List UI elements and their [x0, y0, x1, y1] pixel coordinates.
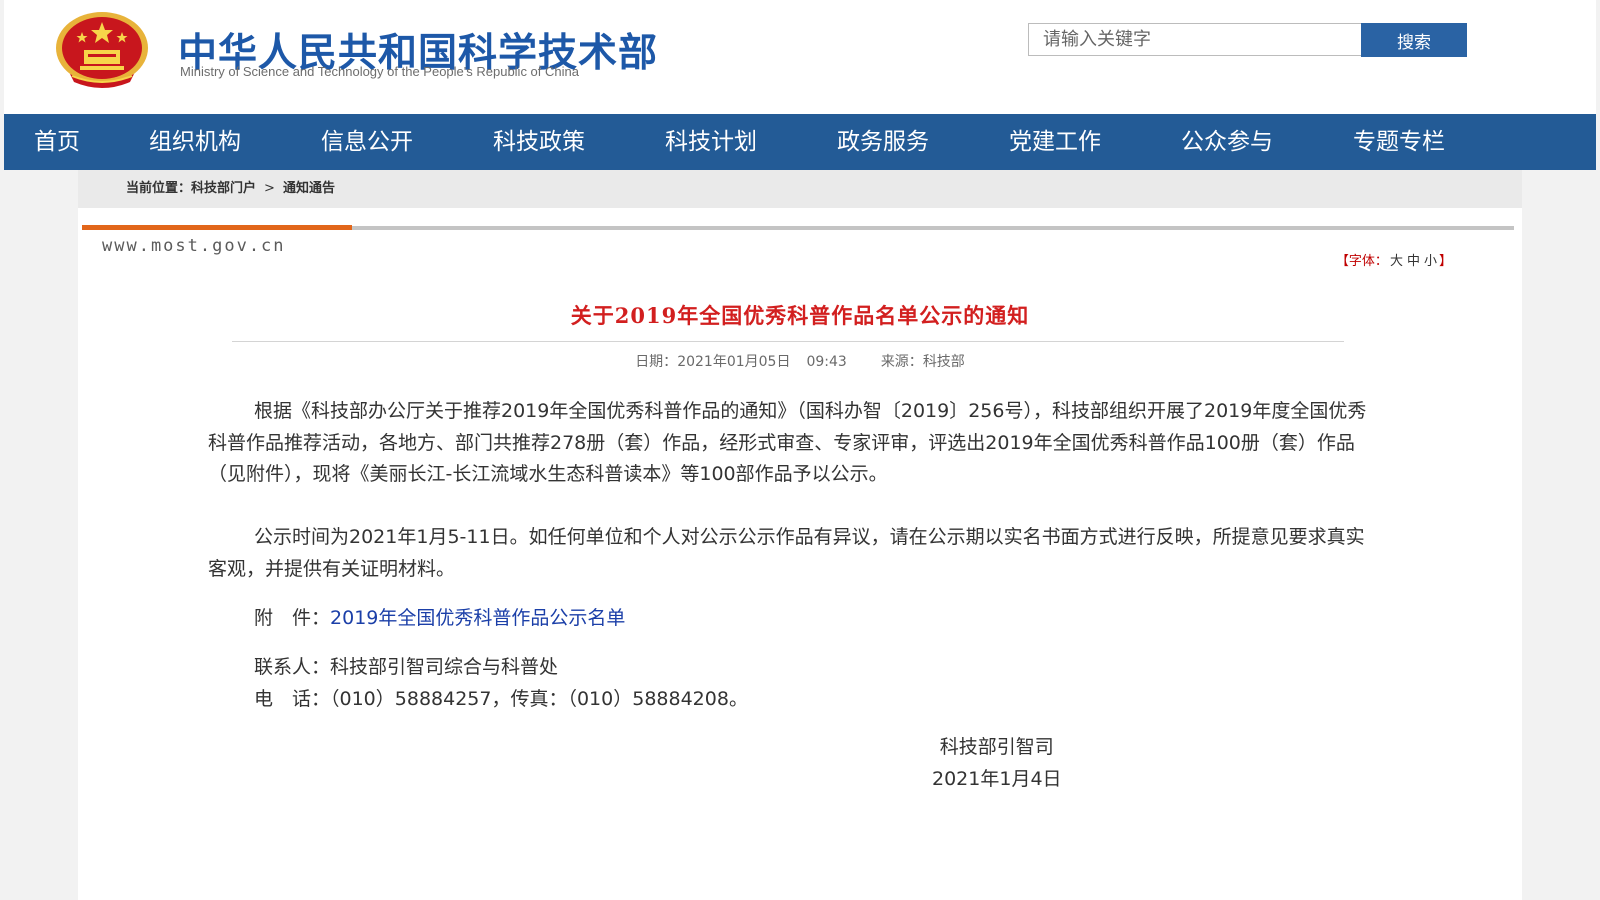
nav-item-home[interactable]: 首页 — [34, 114, 80, 170]
site-subtitle: Ministry of Science and Technology of th… — [180, 64, 579, 79]
attachment-row: 附 件：2019年全国优秀科普作品公示名单 — [254, 603, 625, 630]
article-title: 关于2019年全国优秀科普作品名单公示的通知 — [570, 303, 1030, 328]
nav-item-services[interactable]: 政务服务 — [837, 114, 929, 170]
contact-phone: 电 话：（010）58884257，传真：（010）58884208。 — [254, 687, 748, 710]
main-nav: 首页 组织机构 信息公开 科技政策 科技计划 政务服务 党建工作 公众参与 专题… — [4, 114, 1596, 170]
nav-item-public-participation[interactable]: 公众参与 — [1181, 114, 1273, 170]
article-paragraph: 公示时间为2021年1月5-11日。如任何单位和个人对公示公示作品有异议，请在公… — [208, 526, 1365, 580]
search-input[interactable] — [1028, 23, 1361, 56]
page: 中华人民共和国科学技术部 Ministry of Science and Tec… — [4, 0, 1596, 900]
nav-item-special-topics[interactable]: 专题专栏 — [1353, 114, 1445, 170]
font-size-label: 【字体： — [1335, 254, 1388, 269]
breadcrumb-separator: > — [264, 181, 275, 196]
divider-rule — [352, 226, 1514, 230]
source-label: 来源： — [880, 354, 923, 370]
nav-item-policy[interactable]: 科技政策 — [493, 114, 585, 170]
font-size-large-button[interactable]: 大 — [1390, 254, 1403, 269]
nav-item-organization[interactable]: 组织机构 — [149, 114, 241, 170]
font-size-small-button[interactable]: 小 — [1424, 254, 1437, 269]
signoff-org: 科技部引智司 — [939, 736, 1054, 758]
publish-date: 2021年01月05日 — [677, 354, 791, 370]
nav-item-info-disclosure[interactable]: 信息公开 — [321, 114, 413, 170]
breadcrumb-prefix: 当前位置： — [126, 181, 192, 196]
article-paragraph: 根据《科技部办公厅关于推荐2019年全国优秀科普作品的通知》（国科办智〔2019… — [208, 400, 1367, 485]
attachment-link[interactable]: 2019年全国优秀科普作品公示名单 — [330, 607, 625, 629]
publish-time: 09:43 — [806, 354, 847, 370]
signoff-date: 2021年1月4日 — [932, 767, 1062, 790]
date-label: 日期： — [635, 354, 678, 370]
site-header: 中华人民共和国科学技术部 Ministry of Science and Tec… — [4, 0, 1596, 114]
breadcrumb-link-portal[interactable]: 科技部门户 — [191, 181, 256, 196]
nav-item-party-building[interactable]: 党建工作 — [1009, 114, 1101, 170]
nav-item-programs[interactable]: 科技计划 — [665, 114, 757, 170]
font-size-medium-button[interactable]: 中 — [1407, 254, 1420, 269]
contact-person: 联系人：科技部引智司综合与科普处 — [254, 656, 559, 678]
contact-block: 联系人：科技部引智司综合与科普处 电 话：（010）58884257，传真：（0… — [254, 652, 748, 715]
article-meta: 日期：2021年01月05日 09:43 来源：科技部 — [78, 351, 1522, 371]
article-panel: www.most.gov.cn 【字体：大中小】 关于2019年全国优秀科普作品… — [78, 208, 1522, 900]
breadcrumb: 当前位置：科技部门户 > 通知通告 — [78, 170, 1522, 208]
accent-rule — [82, 225, 352, 230]
font-size-control: 【字体：大中小】 — [1336, 250, 1452, 269]
site-url: www.most.gov.cn — [102, 236, 286, 256]
attachment-label: 附 件： — [254, 607, 331, 629]
source-value: 科技部 — [922, 354, 965, 370]
title-divider — [232, 341, 1344, 342]
font-size-close-bracket: 】 — [1438, 254, 1452, 269]
search-button[interactable]: 搜索 — [1361, 23, 1467, 57]
breadcrumb-link-notices[interactable]: 通知通告 — [283, 181, 335, 196]
national-emblem-icon[interactable] — [52, 10, 152, 90]
signoff-block: 科技部引智司 2021年1月4日 — [932, 732, 1062, 795]
